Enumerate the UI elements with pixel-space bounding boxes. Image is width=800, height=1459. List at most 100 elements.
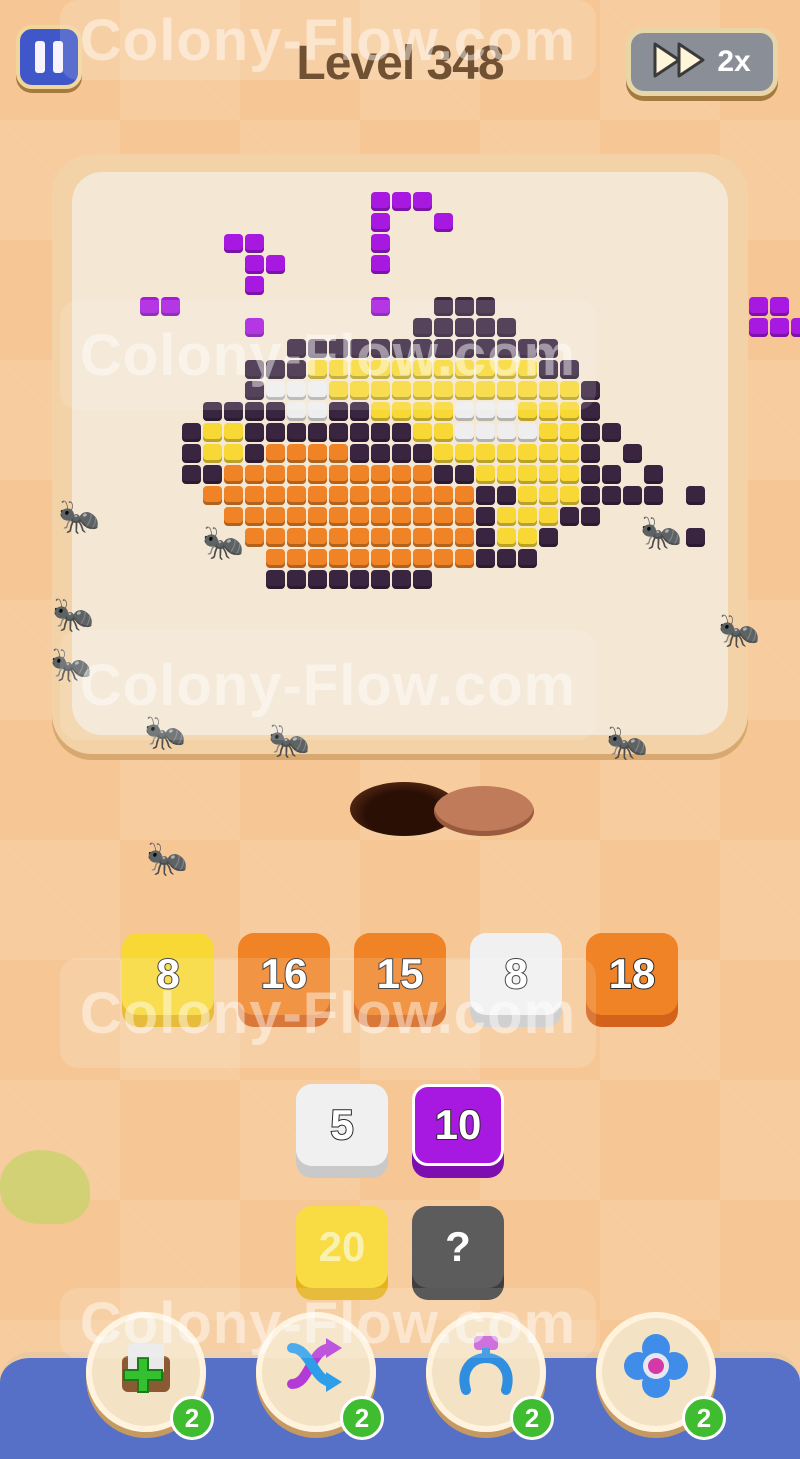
pixel-block (266, 486, 285, 505)
pixel-block (266, 570, 285, 589)
ant-icon: 🐜 (146, 840, 189, 878)
pixel-block (518, 486, 537, 505)
pixel-block (266, 444, 285, 463)
pixel-block (203, 423, 222, 442)
pixel-block (539, 444, 558, 463)
booster-count-badge: 2 (170, 1396, 214, 1440)
pixel-block (182, 423, 201, 442)
pixel-block (287, 549, 306, 568)
watermark: Colony-Flow.com (60, 630, 596, 740)
pixel-block (245, 234, 264, 253)
pixel-block (371, 444, 390, 463)
pixel-block (308, 570, 327, 589)
pixel-block (224, 486, 243, 505)
pixel-block (371, 192, 390, 211)
pixel-block (413, 465, 432, 484)
pixel-block (518, 465, 537, 484)
pixel-block (476, 465, 495, 484)
pixel-block (581, 486, 600, 505)
pixel-block (371, 486, 390, 505)
booster-count-badge: 2 (510, 1396, 554, 1440)
pixel-block (560, 507, 579, 526)
pixel-block (539, 465, 558, 484)
pixel-block (518, 507, 537, 526)
pixel-block (266, 549, 285, 568)
pixel-block (329, 507, 348, 526)
pixel-block (497, 486, 516, 505)
pixel-block (476, 507, 495, 526)
pixel-block (455, 486, 474, 505)
pixel-block (434, 486, 453, 505)
pixel-block (308, 528, 327, 547)
pixel-block (497, 444, 516, 463)
ant-icon: 🐜 (202, 524, 245, 562)
pixel-block (623, 486, 642, 505)
pixel-block (413, 549, 432, 568)
stack-tile[interactable]: 10 (412, 1084, 504, 1166)
pixel-block (413, 444, 432, 463)
pixel-block (497, 507, 516, 526)
speed-toggle-button[interactable]: 2x (626, 28, 778, 96)
pixel-block (329, 528, 348, 547)
booster-count-badge: 2 (340, 1396, 384, 1440)
booster-count-badge: 2 (682, 1396, 726, 1440)
pixel-block (287, 444, 306, 463)
watermark: Colony-Flow.com (60, 1288, 596, 1358)
pixel-block (392, 465, 411, 484)
pixel-block (182, 465, 201, 484)
pixel-block (434, 465, 453, 484)
ant-icon: 🐜 (58, 498, 101, 536)
pixel-block (245, 423, 264, 442)
pixel-block (371, 465, 390, 484)
pixel-block (371, 234, 390, 253)
pixel-block (371, 570, 390, 589)
pixel-block (287, 528, 306, 547)
pixel-block (602, 423, 621, 442)
pixel-block (413, 528, 432, 547)
pixel-block (266, 465, 285, 484)
pixel-block (392, 549, 411, 568)
pixel-block (329, 486, 348, 505)
pixel-block (308, 507, 327, 526)
pixel-block (455, 423, 474, 442)
pixel-block (371, 549, 390, 568)
pixel-block (497, 423, 516, 442)
pixel-block (350, 444, 369, 463)
queue-tile[interactable]: 18 (586, 933, 678, 1015)
pixel-block (434, 528, 453, 547)
pixel-block (350, 486, 369, 505)
pixel-block (581, 444, 600, 463)
pixel-block (623, 444, 642, 463)
pixel-block (371, 423, 390, 442)
pixel-block (392, 423, 411, 442)
pixel-block (224, 465, 243, 484)
pixel-block (245, 276, 264, 295)
pixel-block (539, 423, 558, 442)
pixel-block (371, 255, 390, 274)
pixel-block (434, 507, 453, 526)
pixel-block (245, 528, 264, 547)
pixel-block (224, 423, 243, 442)
pixel-block (602, 465, 621, 484)
stack-tile[interactable]: 20 (296, 1206, 388, 1288)
pixel-block (770, 297, 789, 316)
pixel-block (245, 465, 264, 484)
pixel-block (287, 570, 306, 589)
pixel-block (686, 528, 705, 547)
stack-tile[interactable]: ? (412, 1206, 504, 1288)
pixel-block (476, 486, 495, 505)
pixel-block (518, 423, 537, 442)
pixel-block (455, 444, 474, 463)
stack-tile[interactable]: 5 (296, 1084, 388, 1166)
pixel-block (749, 318, 768, 337)
pixel-block (392, 528, 411, 547)
pixel-block (287, 507, 306, 526)
pixel-block (539, 486, 558, 505)
pixel-block (602, 486, 621, 505)
pause-icon (35, 41, 63, 73)
pixel-block (203, 444, 222, 463)
pixel-block (329, 465, 348, 484)
pixel-block (392, 192, 411, 211)
pixel-block (770, 318, 789, 337)
pixel-block (413, 570, 432, 589)
